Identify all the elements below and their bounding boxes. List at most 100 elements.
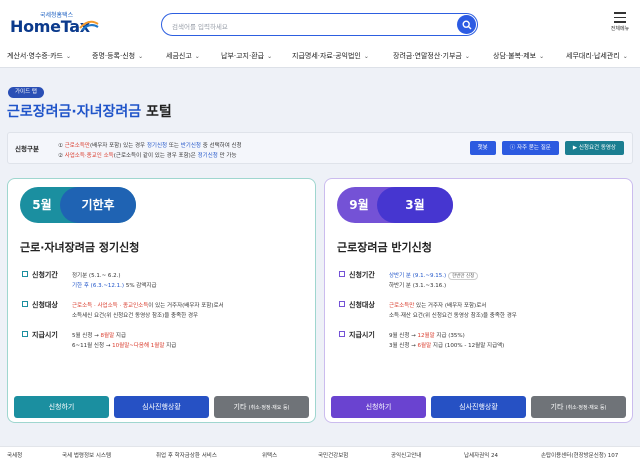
info-text: 또는: [167, 143, 181, 149]
period-value: 하반기 분 (3.1.~3.16.): [389, 283, 447, 289]
nav-item-invoice[interactable]: 계산서·영수증·카드 ⌄: [7, 51, 71, 61]
period-first-half: 상반기 분 (9.1.~9.15.): [389, 273, 447, 279]
faq-button[interactable]: ⓘ 자주 묻는 질문: [501, 141, 559, 155]
nav-item-agent[interactable]: 세무대리·납세관리 ⌄: [566, 51, 628, 61]
payment-value: 3월 신청 → 6월말 지급 (100% - 12월말 지급액): [389, 341, 504, 349]
footer-link[interactable]: 취업 후 학자금상환 서비스: [156, 451, 217, 459]
payment-label: 지급시기: [339, 330, 375, 340]
info-highlight: 반기신청: [180, 143, 201, 149]
period-value: 상반기 분 (9.1.~9.15.) 한번만 신청: [389, 271, 479, 280]
payment-value: 9월 신청 → 12월말 지급 (35%): [389, 331, 465, 339]
month-pill: 9월 3월: [337, 187, 453, 223]
row-label-text: 신청대상: [32, 301, 58, 309]
hometax-logo[interactable]: 국세청홈택스 HomeTax: [6, 10, 102, 38]
application-type-line-2: ② 사업소득·종교인 소득(근로소득이 같이 있는 경우 포함)은 정기신청 만…: [58, 151, 237, 159]
card-title: 근로장려금 반기신청: [337, 241, 432, 254]
nav-label: 증명·등록·신청: [92, 52, 136, 60]
review-status-button[interactable]: 심사진행상황: [431, 396, 526, 418]
all-menu-button[interactable]: 전체메뉴: [606, 12, 634, 38]
search-bar: [161, 13, 478, 37]
nav-item-statements[interactable]: 지급명세·자료·공익법인 ⌄: [292, 51, 369, 61]
nav-label: 납부·고지·환급: [221, 52, 265, 60]
guide-tab-badge[interactable]: 가이드 탭: [8, 87, 44, 98]
info-text: (배우자 포함) 있는 경우: [90, 143, 147, 149]
info-highlight: 근로소득만: [64, 143, 90, 149]
hamburger-icon: [614, 12, 626, 23]
month-label: 5월: [32, 198, 52, 212]
nav-label: 세금신고: [166, 52, 192, 60]
other-button[interactable]: 기타 (취소·정정·재요 등): [531, 396, 626, 418]
month-pill: 5월 기한후: [20, 187, 136, 223]
info-highlight: 정기신청: [197, 153, 218, 159]
info-text: 만 가능: [217, 153, 237, 159]
info-text: ②: [58, 153, 65, 159]
info-text: ①: [58, 143, 65, 149]
apply-button[interactable]: 신청하기: [331, 396, 426, 418]
nav-label: 상담·불복·제보: [493, 52, 537, 60]
nav-item-certificate[interactable]: 증명·등록·신청 ⌄: [92, 51, 143, 61]
nav-item-tax-report[interactable]: 세금신고 ⌄: [166, 51, 200, 61]
search-icon: [461, 19, 471, 29]
target-value: 소득·재산 요건(위 신청요건 동영상 참조)을 충족한 경우: [389, 313, 517, 319]
chatbot-button[interactable]: 챗봇: [469, 141, 496, 155]
row-label-text: 신청대상: [349, 301, 375, 309]
nav-label: 장려금·연말정산·기부금: [393, 52, 462, 60]
row-label-text: 지급시기: [32, 331, 58, 339]
chevron-down-icon: ⌄: [267, 53, 273, 60]
payment-highlight: 8월말: [100, 333, 115, 339]
footer-link[interactable]: 납세자권익 24: [464, 451, 498, 459]
footer-link[interactable]: 국민건강보험: [318, 451, 348, 459]
review-status-button[interactable]: 심사진행상황: [114, 396, 209, 418]
info-highlight: 정기신청: [146, 143, 168, 149]
footer-link[interactable]: 손탑이용센터(현장방문신청) 107: [541, 451, 618, 459]
footer-link[interactable]: 국세청: [7, 451, 22, 459]
info-text: 중 선택하여 신청: [200, 143, 242, 149]
search-button[interactable]: [457, 15, 476, 34]
application-type-label: 신청구분: [15, 145, 39, 153]
card-buttons: 신청하기 심사진행상황 기타 (취소·정정·재요 등): [14, 396, 309, 418]
payment-value: 6~11월 신청 → 10월말~다음해 1월말 지급: [72, 341, 176, 349]
payment-label: 지급시기: [22, 330, 58, 340]
payment-highlight: 12월말: [417, 333, 435, 339]
footer-link[interactable]: 국세 법령정보 시스템: [62, 451, 111, 459]
chevron-down-icon: ⌄: [464, 53, 470, 60]
period-value: 기한 후 (6.3.~12.1.) 5% 감액지급: [72, 281, 157, 289]
page-title-accent: 근로장려금·자녀장려금: [7, 104, 142, 120]
video-label: 신청요건 동영상: [578, 145, 616, 151]
bullet-square-icon: [339, 271, 345, 277]
footer-link[interactable]: 공익신고안내: [391, 451, 421, 459]
apply-button[interactable]: 신청하기: [14, 396, 109, 418]
card-title: 근로·자녀장려금 정기신청: [20, 241, 140, 254]
main-nav: 계산서·영수증·카드 ⌄ 증명·등록·신청 ⌄ 세금신고 ⌄ 납부·고지·환급 ⌄ 지급…: [0, 46, 640, 68]
other-button[interactable]: 기타 (취소·정정·재요 등): [214, 396, 309, 418]
chevron-down-icon: ⌄: [65, 53, 72, 60]
other-label: 기타: [550, 403, 564, 411]
search-input[interactable]: [172, 17, 452, 37]
nav-item-consult[interactable]: 상담·불복·제보 ⌄: [493, 51, 544, 61]
nav-item-payment[interactable]: 납부·고지·환급 ⌄: [221, 51, 272, 61]
bullet-square-icon: [22, 271, 28, 277]
target-label: 신청대상: [22, 300, 58, 310]
payment-highlight: 10월말~다음해 1월말: [112, 343, 165, 349]
target-highlight: 근로소득만: [389, 303, 415, 309]
chevron-down-icon: ⌄: [539, 53, 545, 60]
month-label-secondary: 기한후: [60, 187, 136, 223]
nav-item-incentives[interactable]: 장려금·연말정산·기부금 ⌄: [393, 51, 470, 61]
all-menu-label: 전체메뉴: [610, 25, 630, 32]
chevron-down-icon: ⌄: [622, 53, 628, 60]
bullet-square-icon: [22, 301, 28, 307]
payment-highlight: 6월말: [417, 343, 432, 349]
faq-label: 자주 묻는 질문: [516, 145, 551, 151]
logo-mark-icon: [79, 20, 99, 31]
footer-link[interactable]: 위택스: [262, 451, 277, 459]
application-type-box: 신청구분 ① 근로소득만(배우자 포함) 있는 경우 정기신청 또는 반기신청 …: [7, 132, 633, 164]
once-only-tag: 한번만 신청: [448, 272, 479, 280]
nav-label: 계산서·영수증·카드: [7, 52, 63, 60]
bullet-square-icon: [22, 331, 28, 337]
chevron-down-icon: ⌄: [194, 53, 200, 60]
other-sublabel: (취소·정정·재요 등): [565, 405, 607, 411]
info-buttons: 챗봇 ⓘ 자주 묻는 질문 ▶ 신청요건 동영상: [469, 141, 624, 155]
target-value: 소득세신 요건(위 신청요건 동영상 참조)을 충족한 경우: [72, 313, 199, 319]
requirements-video-button[interactable]: ▶ 신청요건 동영상: [564, 141, 624, 155]
period-late-note: 5% 감액지급: [124, 283, 157, 289]
